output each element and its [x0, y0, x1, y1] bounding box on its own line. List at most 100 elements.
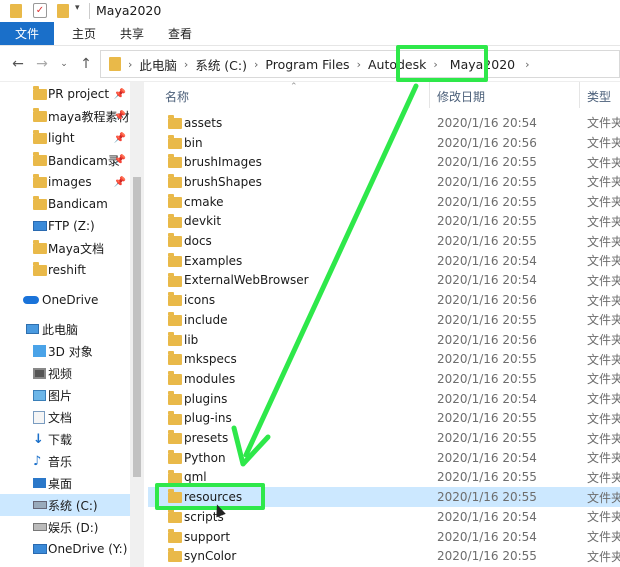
- sidebar-item-system-c[interactable]: 系统 (C:): [0, 494, 130, 516]
- folder-icon: [33, 261, 47, 276]
- file-type: 文件夹: [587, 293, 620, 308]
- sidebar-item-videos[interactable]: 视频: [0, 362, 130, 384]
- file-type: 文件夹: [587, 431, 620, 446]
- file-date: 2020/1/16 20:55: [437, 371, 537, 386]
- crumb-system-c[interactable]: 系统 (C:): [195, 55, 247, 74]
- sidebar-item-3d-objects[interactable]: 3D 对象: [0, 340, 130, 362]
- sidebar-item-bandicam-rec[interactable]: Bandicam录 📌: [0, 149, 130, 171]
- sidebar-item-maya-docs[interactable]: Maya文档: [0, 237, 130, 259]
- folder-icon: [168, 390, 182, 405]
- table-row[interactable]: include 2020/1/16 20:55 文件夹: [148, 310, 620, 330]
- folder-icon: [33, 195, 47, 210]
- computer-icon: [26, 324, 39, 334]
- file-name: docs: [184, 234, 212, 249]
- sidebar-item-bandicam[interactable]: Bandicam: [0, 193, 130, 215]
- sidebar-item-desktop[interactable]: 桌面: [0, 472, 130, 494]
- chevron-right-icon[interactable]: ›: [184, 58, 188, 71]
- address-folder-icon: [109, 57, 121, 71]
- back-button[interactable]: ←: [8, 56, 28, 72]
- file-date: 2020/1/16 20:56: [437, 293, 537, 308]
- properties-icon[interactable]: ✓: [33, 3, 47, 18]
- file-type: 文件夹: [587, 136, 620, 151]
- sidebar-item-light[interactable]: light 📌: [0, 127, 130, 149]
- file-date: 2020/1/16 20:54: [437, 529, 537, 544]
- file-date: 2020/1/16 20:54: [437, 391, 537, 406]
- crumb-program-files[interactable]: Program Files: [265, 57, 349, 72]
- sidebar-item-entertainment-d[interactable]: 娱乐 (D:): [0, 516, 130, 538]
- tab-home[interactable]: 主页: [60, 22, 108, 45]
- table-row[interactable]: plug-ins 2020/1/16 20:55 文件夹: [148, 409, 620, 429]
- folder-icon: [168, 213, 182, 228]
- table-row[interactable]: docs 2020/1/16 20:55 文件夹: [148, 231, 620, 251]
- pin-icon: 📌: [113, 176, 126, 188]
- table-row[interactable]: presets 2020/1/16 20:55 文件夹: [148, 428, 620, 448]
- recent-locations-icon[interactable]: ⌄: [54, 59, 74, 69]
- customize-toolbar-icon[interactable]: ▾: [75, 3, 80, 13]
- table-row[interactable]: bin 2020/1/16 20:56 文件夹: [148, 133, 620, 153]
- table-row[interactable]: cmake 2020/1/16 20:55 文件夹: [148, 192, 620, 212]
- sidebar-item-onedrive[interactable]: OneDrive: [0, 289, 130, 311]
- tab-share[interactable]: 共享: [108, 22, 156, 45]
- sidebar-scrollbar[interactable]: [130, 82, 144, 567]
- table-row[interactable]: mkspecs 2020/1/16 20:55 文件夹: [148, 349, 620, 369]
- file-type: 文件夹: [587, 155, 620, 170]
- file-type: 文件夹: [587, 313, 620, 328]
- chevron-right-icon[interactable]: ›: [254, 58, 258, 71]
- folder-icon: [33, 129, 47, 144]
- column-divider[interactable]: [429, 82, 430, 108]
- table-row[interactable]: Examples 2020/1/16 20:54 文件夹: [148, 251, 620, 271]
- file-type: 文件夹: [587, 549, 620, 564]
- tab-view[interactable]: 查看: [156, 22, 204, 45]
- sidebar-item-pr-project[interactable]: PR project 📌: [0, 83, 130, 105]
- sidebar-item-downloads[interactable]: ↓ 下载: [0, 428, 130, 450]
- crumb-this-pc[interactable]: 此电脑: [139, 55, 177, 74]
- column-type[interactable]: 类型: [587, 88, 611, 105]
- table-row[interactable]: synColor 2020/1/16 20:55 文件夹: [148, 546, 620, 566]
- pin-icon: 📌: [113, 154, 126, 166]
- document-icon: [33, 410, 45, 424]
- chevron-right-icon[interactable]: ›: [525, 58, 529, 71]
- sidebar-item-music[interactable]: ♪ 音乐: [0, 450, 130, 472]
- scrollbar-thumb[interactable]: [133, 177, 141, 477]
- sidebar-item-onedrive-y[interactable]: OneDrive (Y:): [0, 538, 130, 560]
- table-row[interactable]: brushShapes 2020/1/16 20:55 文件夹: [148, 172, 620, 192]
- table-row[interactable]: devkit 2020/1/16 20:55 文件夹: [148, 212, 620, 232]
- sidebar-item-this-pc[interactable]: 此电脑: [0, 318, 130, 340]
- column-date[interactable]: 修改日期: [437, 88, 485, 105]
- table-row[interactable]: support 2020/1/16 20:54 文件夹: [148, 527, 620, 547]
- chevron-right-icon[interactable]: ›: [357, 58, 361, 71]
- table-row[interactable]: plugins 2020/1/16 20:54 文件夹: [148, 389, 620, 409]
- file-date: 2020/1/16 20:55: [437, 352, 537, 367]
- file-type: 文件夹: [587, 372, 620, 387]
- table-row[interactable]: modules 2020/1/16 20:55 文件夹: [148, 369, 620, 389]
- file-type: 文件夹: [587, 175, 620, 190]
- table-row[interactable]: ExternalWebBrowser 2020/1/16 20:54 文件夹: [148, 271, 620, 291]
- sidebar-item-pictures[interactable]: 图片: [0, 384, 130, 406]
- column-divider[interactable]: [579, 82, 580, 108]
- address-box[interactable]: › 此电脑 › 系统 (C:) › Program Files › Autode…: [100, 50, 620, 78]
- new-folder-icon[interactable]: [57, 4, 69, 18]
- up-button[interactable]: ↑: [76, 56, 96, 72]
- video-icon: [33, 367, 46, 379]
- file-name: plugins: [184, 391, 228, 406]
- table-row[interactable]: icons 2020/1/16 20:56 文件夹: [148, 290, 620, 310]
- table-row[interactable]: brushImages 2020/1/16 20:55 文件夹: [148, 152, 620, 172]
- table-row[interactable]: lib 2020/1/16 20:56 文件夹: [148, 330, 620, 350]
- music-icon: ♪: [33, 453, 42, 469]
- sidebar-item-images[interactable]: images 📌: [0, 171, 130, 193]
- file-name: mkspecs: [184, 352, 237, 367]
- column-name[interactable]: 名称: [165, 88, 189, 105]
- sidebar-item-ftp[interactable]: FTP (Z:): [0, 215, 130, 237]
- table-row[interactable]: Python 2020/1/16 20:54 文件夹: [148, 448, 620, 468]
- table-row[interactable]: assets 2020/1/16 20:54 文件夹: [148, 113, 620, 133]
- sidebar-item-maya-material[interactable]: maya教程素材 📌: [0, 105, 130, 127]
- file-date: 2020/1/16 20:55: [437, 194, 537, 209]
- folder-icon: [168, 509, 182, 523]
- sidebar-item-documents[interactable]: 文档: [0, 406, 130, 428]
- file-date: 2020/1/16 20:55: [437, 312, 537, 327]
- folder-icon: [33, 173, 47, 188]
- tab-file[interactable]: 文件: [0, 22, 54, 45]
- sidebar-item-reshift[interactable]: reshift: [0, 259, 130, 281]
- forward-button[interactable]: →: [32, 56, 52, 72]
- folder-icon: [33, 107, 47, 122]
